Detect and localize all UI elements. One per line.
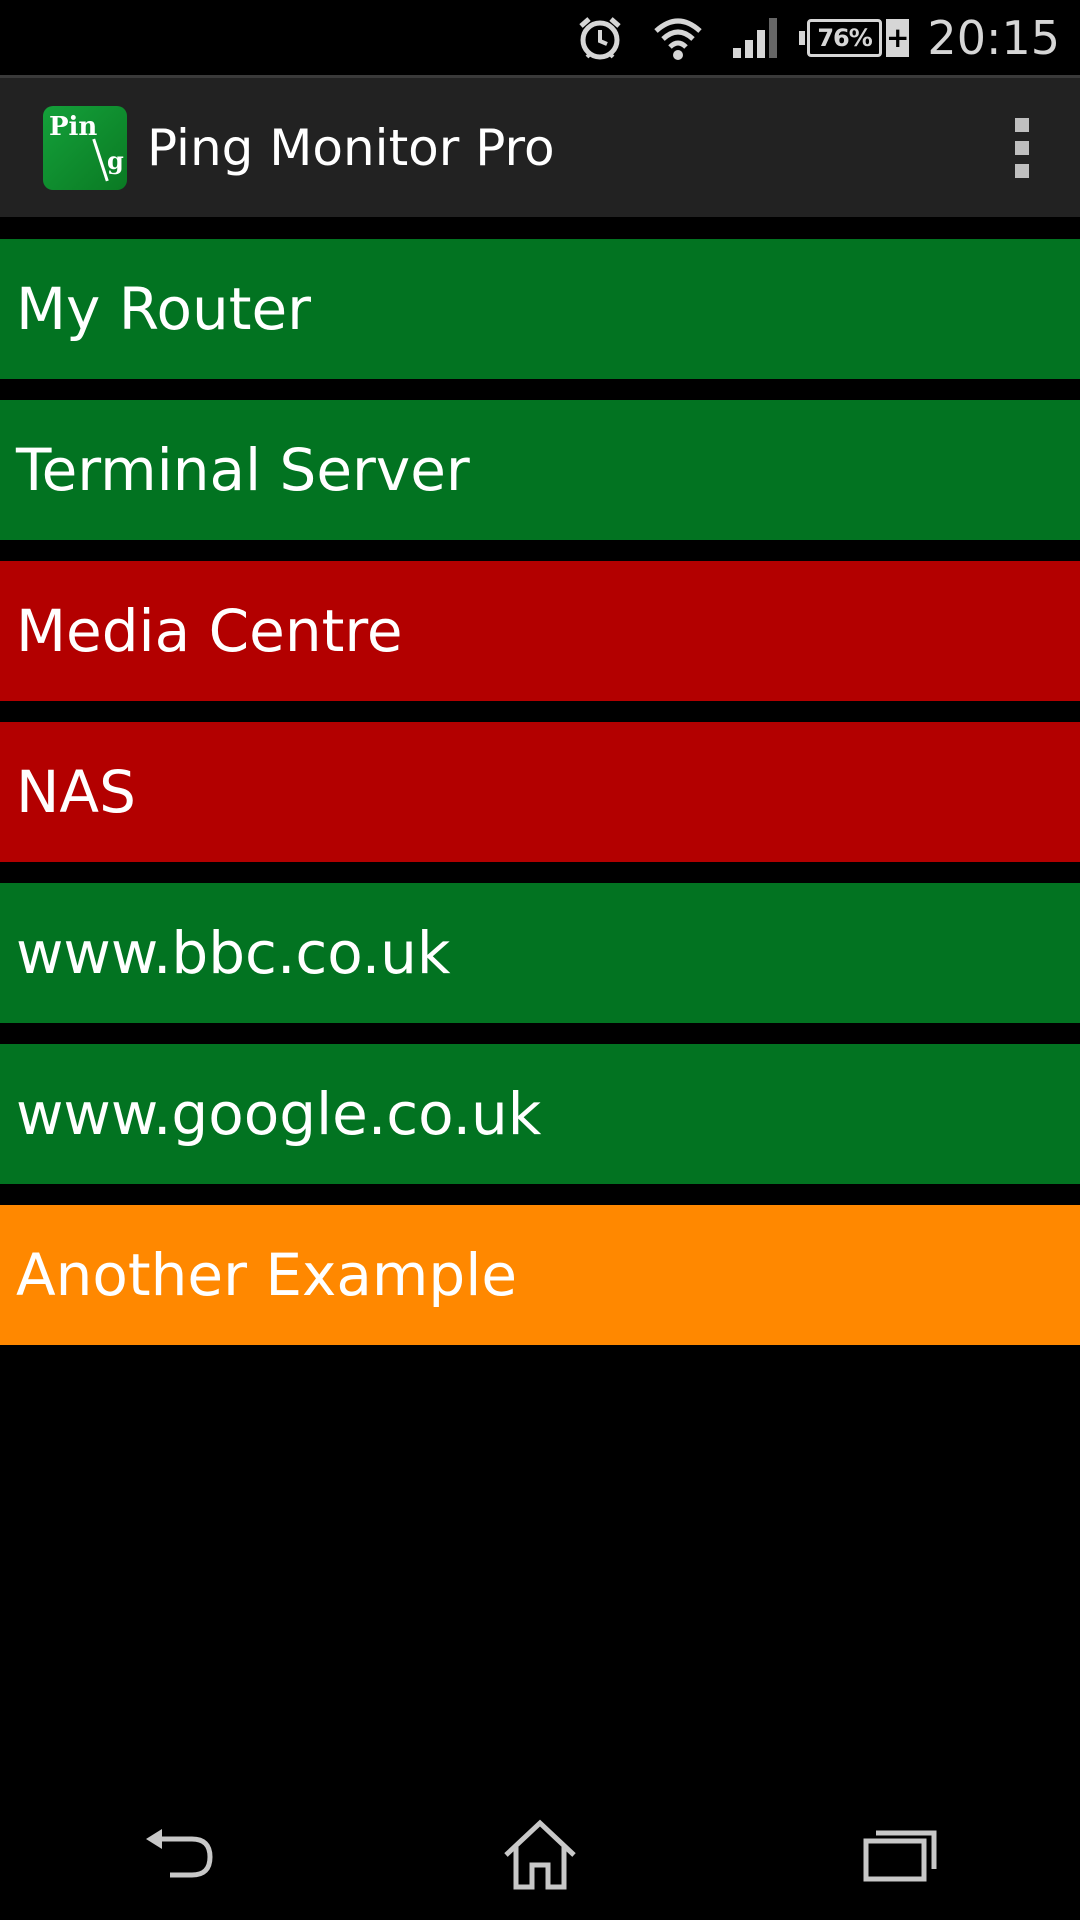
host-item-another-example[interactable]: Another Example [0,1205,1080,1345]
app-logo-text-bottom: g [107,145,124,175]
cell-signal-icon [731,16,779,60]
charging-plus-icon: + [885,18,910,57]
status-bar: 76% + 20:15 [0,0,1080,75]
recents-icon[interactable] [840,1805,960,1905]
home-icon[interactable] [480,1805,600,1905]
host-item-bbc[interactable]: www.bbc.co.uk [0,883,1080,1023]
host-item-nas[interactable]: NAS [0,722,1080,862]
action-bar: Pin g Ping Monitor Pro [0,75,1080,217]
host-list: My Router Terminal Server Media Centre N… [0,239,1080,1366]
navigation-bar [0,1790,1080,1920]
host-item-media-centre[interactable]: Media Centre [0,561,1080,701]
wifi-icon [653,15,703,61]
app-logo-icon[interactable]: Pin g [43,105,127,190]
host-item-my-router[interactable]: My Router [0,239,1080,379]
overflow-menu-icon[interactable] [1014,117,1030,178]
overflow-dot [1015,117,1029,132]
alarm-icon [575,13,625,63]
host-item-terminal-server[interactable]: Terminal Server [0,400,1080,540]
back-icon[interactable] [120,1805,240,1905]
battery-icon: 76% + [799,17,910,59]
app-title: Ping Monitor Pro [147,118,555,177]
overflow-dot [1015,140,1029,155]
app-logo-text-top: Pin [49,111,98,142]
battery-tip [799,30,806,45]
host-item-google[interactable]: www.google.co.uk [0,1044,1080,1184]
overflow-dot [1015,163,1029,178]
clock: 20:15 [927,10,1060,65]
battery-percent: 76% [807,18,882,57]
